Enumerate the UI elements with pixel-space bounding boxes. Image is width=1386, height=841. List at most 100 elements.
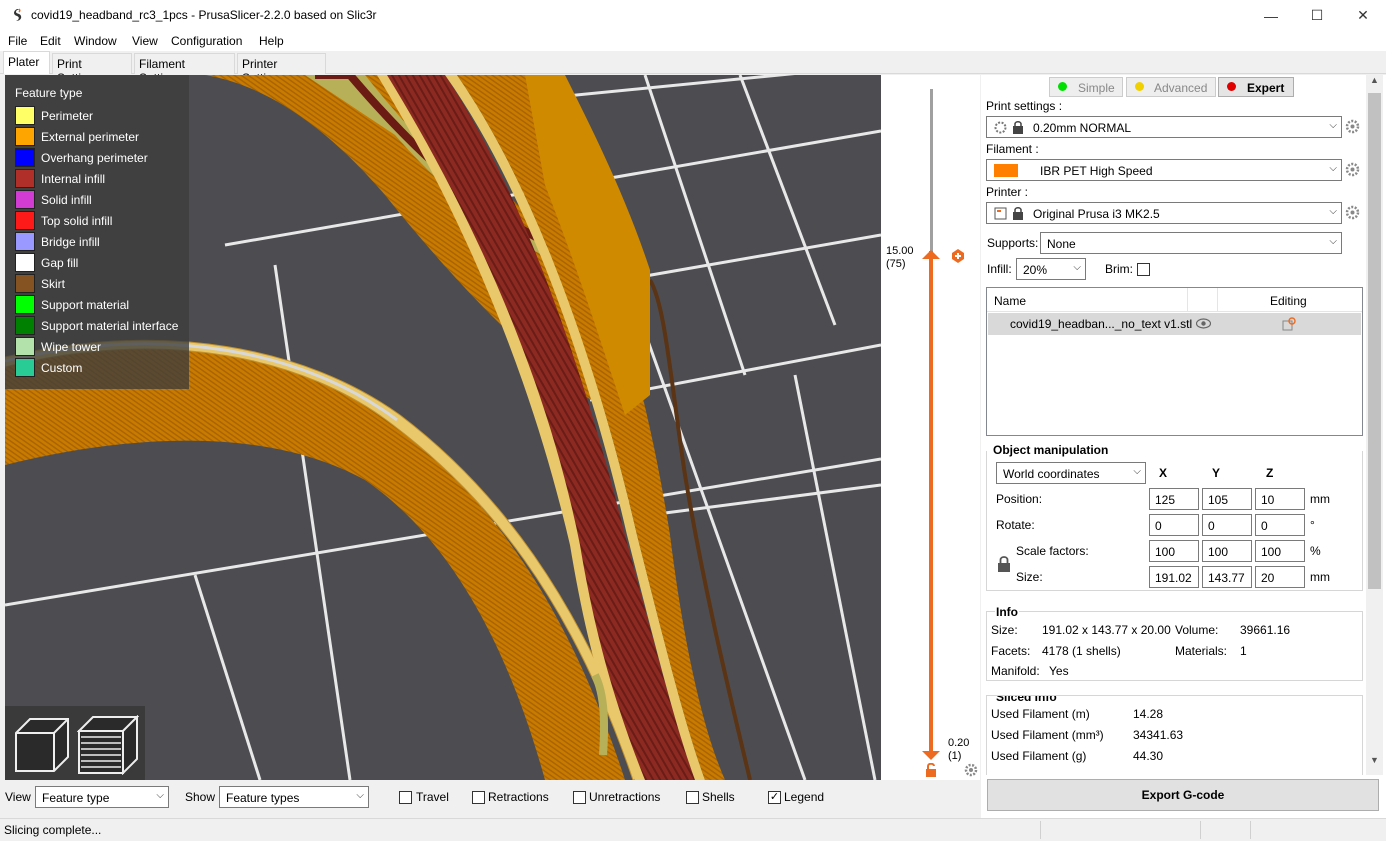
advanced-mode-dot-icon <box>1135 82 1144 91</box>
size-x-field[interactable]: 191.02 <box>1149 566 1199 588</box>
legend-swatch <box>15 232 35 251</box>
legend-label: External perimeter <box>41 130 140 144</box>
scale-y-field[interactable]: 100 <box>1202 540 1252 562</box>
sliced-info-label: Used Filament (m) <box>991 707 1090 721</box>
printer-value: Original Prusa i3 MK2.5 <box>1033 207 1160 221</box>
scrollbar-thumb[interactable] <box>1368 93 1381 589</box>
tab-printer-settings[interactable]: Printer Settings <box>237 53 326 85</box>
shells-label: Shells <box>702 790 735 804</box>
show-features-value: Feature types <box>226 791 300 805</box>
legend-label: Support material interface <box>41 319 179 333</box>
cog-icon[interactable] <box>964 763 978 777</box>
legend-item: Internal infill <box>15 169 189 190</box>
legend-item: Solid infill <box>15 190 189 211</box>
scale-z-field[interactable]: 100 <box>1255 540 1305 562</box>
menu-configuration[interactable]: Configuration <box>171 34 242 48</box>
sidebar-scrollbar[interactable]: ▲ ▼ <box>1366 75 1383 775</box>
mode-advanced-button[interactable]: Advanced <box>1126 77 1216 97</box>
legend-label: Top solid infill <box>41 214 113 228</box>
mode-simple-button[interactable]: Simple <box>1049 77 1123 97</box>
legend-label: Legend <box>784 790 825 804</box>
travel-checkbox[interactable] <box>399 791 412 804</box>
menu-file[interactable]: File <box>8 34 27 48</box>
info-facets-label: Facets: <box>991 644 1031 658</box>
infill-combo[interactable]: 20% ⌵ <box>1016 258 1086 280</box>
size-unit: mm <box>1310 570 1330 584</box>
lower-thumb[interactable] <box>922 749 940 760</box>
object-list[interactable]: Name Editing covid19_headban..._no_text … <box>986 287 1363 436</box>
legend-swatch <box>15 253 35 272</box>
info-panel: Info Size: 191.02 x 143.77 x 20.00 Volum… <box>986 605 1363 681</box>
legend-swatch <box>15 106 35 125</box>
position-z-field[interactable]: 10 <box>1255 488 1305 510</box>
filament-combo[interactable]: IBR PET High Speed ⌵ <box>986 159 1342 181</box>
edit-object-icon[interactable] <box>1282 317 1296 331</box>
slider-selected-range <box>929 251 933 751</box>
size-y-field[interactable]: 143.77 <box>1202 566 1252 588</box>
mode-expert-button[interactable]: Expert <box>1218 77 1294 97</box>
position-x-field[interactable]: 125 <box>1149 488 1199 510</box>
upper-thumb[interactable] <box>922 249 940 259</box>
sliced-info-title: Sliced Info <box>995 696 1058 704</box>
legend-item: External perimeter <box>15 127 189 148</box>
object-row[interactable]: covid19_headban..._no_text v1.stl <box>988 313 1361 335</box>
upper-layer-number: (75) <box>886 258 906 270</box>
brim-checkbox[interactable] <box>1137 263 1150 276</box>
filament-label: Filament : <box>986 142 1039 156</box>
filament-cog-icon[interactable] <box>1345 162 1360 177</box>
legend-swatch <box>15 316 35 335</box>
size-z-field[interactable]: 20 <box>1255 566 1305 588</box>
legend-label: Internal infill <box>41 172 106 186</box>
retractions-label: Retractions <box>488 790 549 804</box>
export-gcode-button[interactable]: Export G-code <box>987 779 1379 811</box>
rotate-z-field[interactable]: 0 <box>1255 514 1305 536</box>
legend-item: Support material <box>15 295 189 316</box>
scale-x-field[interactable]: 100 <box>1149 540 1199 562</box>
legend-checkbox[interactable]: ✓ <box>768 791 781 804</box>
tab-filament-settings[interactable]: Filament Settings <box>134 53 235 85</box>
menu-help[interactable]: Help <box>259 34 284 48</box>
view-type-combo[interactable]: Feature type ⌵ <box>35 786 169 808</box>
shells-checkbox[interactable] <box>686 791 699 804</box>
uniform-scale-lock-icon[interactable] <box>997 556 1011 572</box>
sliced-info-value: 44.30 <box>1133 749 1164 763</box>
print-settings-combo[interactable]: 0.20mm NORMAL ⌵ <box>986 116 1342 138</box>
view-type-value: Feature type <box>42 791 110 805</box>
legend-label: Solid infill <box>41 193 92 207</box>
sliced-info-label: Used Filament (g) <box>991 749 1087 763</box>
info-title: Info <box>995 605 1019 619</box>
legend-swatch <box>15 127 35 146</box>
print-settings-value: 0.20mm NORMAL <box>1033 121 1132 135</box>
object-manipulation-panel: Object manipulation World coordinates ⌵ … <box>986 443 1363 591</box>
minimize-button[interactable]: — <box>1248 0 1294 31</box>
print-settings-label: Print settings : <box>986 99 1063 113</box>
menu-window[interactable]: Window <box>74 34 117 48</box>
tab-bar: Plater Print Settings Filament Settings … <box>0 51 1386 85</box>
menu-view[interactable]: View <box>132 34 158 48</box>
tab-print-settings[interactable]: Print Settings <box>52 53 132 85</box>
add-color-change-icon[interactable] <box>951 249 965 263</box>
show-features-combo[interactable]: Feature types ⌵ <box>219 786 369 808</box>
tab-plater[interactable]: Plater <box>3 51 50 74</box>
layers-view-icon[interactable] <box>77 715 139 775</box>
rotate-x-field[interactable]: 0 <box>1149 514 1199 536</box>
position-y-field[interactable]: 105 <box>1202 488 1252 510</box>
print-settings-cog-icon[interactable] <box>1345 119 1360 134</box>
one-layer-lock-icon[interactable] <box>924 763 938 777</box>
supports-combo[interactable]: None ⌵ <box>1040 232 1342 254</box>
column-editing-header[interactable]: Editing <box>1270 294 1307 308</box>
3d-view-icon[interactable] <box>12 715 72 775</box>
column-name-header[interactable]: Name <box>994 294 1026 308</box>
printer-combo[interactable]: Original Prusa i3 MK2.5 ⌵ <box>986 202 1342 224</box>
close-button[interactable]: ✕ <box>1340 0 1386 31</box>
unretractions-checkbox[interactable] <box>573 791 586 804</box>
lock-icon <box>1012 121 1024 134</box>
rotate-y-field[interactable]: 0 <box>1202 514 1252 536</box>
printer-cog-icon[interactable] <box>1345 205 1360 220</box>
menu-edit[interactable]: Edit <box>40 34 61 48</box>
retractions-checkbox[interactable] <box>472 791 485 804</box>
eye-icon[interactable] <box>1196 318 1211 329</box>
coordinate-system-combo[interactable]: World coordinates ⌵ <box>996 462 1146 484</box>
printer-icon <box>994 207 1007 220</box>
maximize-button[interactable]: ☐ <box>1294 0 1340 31</box>
